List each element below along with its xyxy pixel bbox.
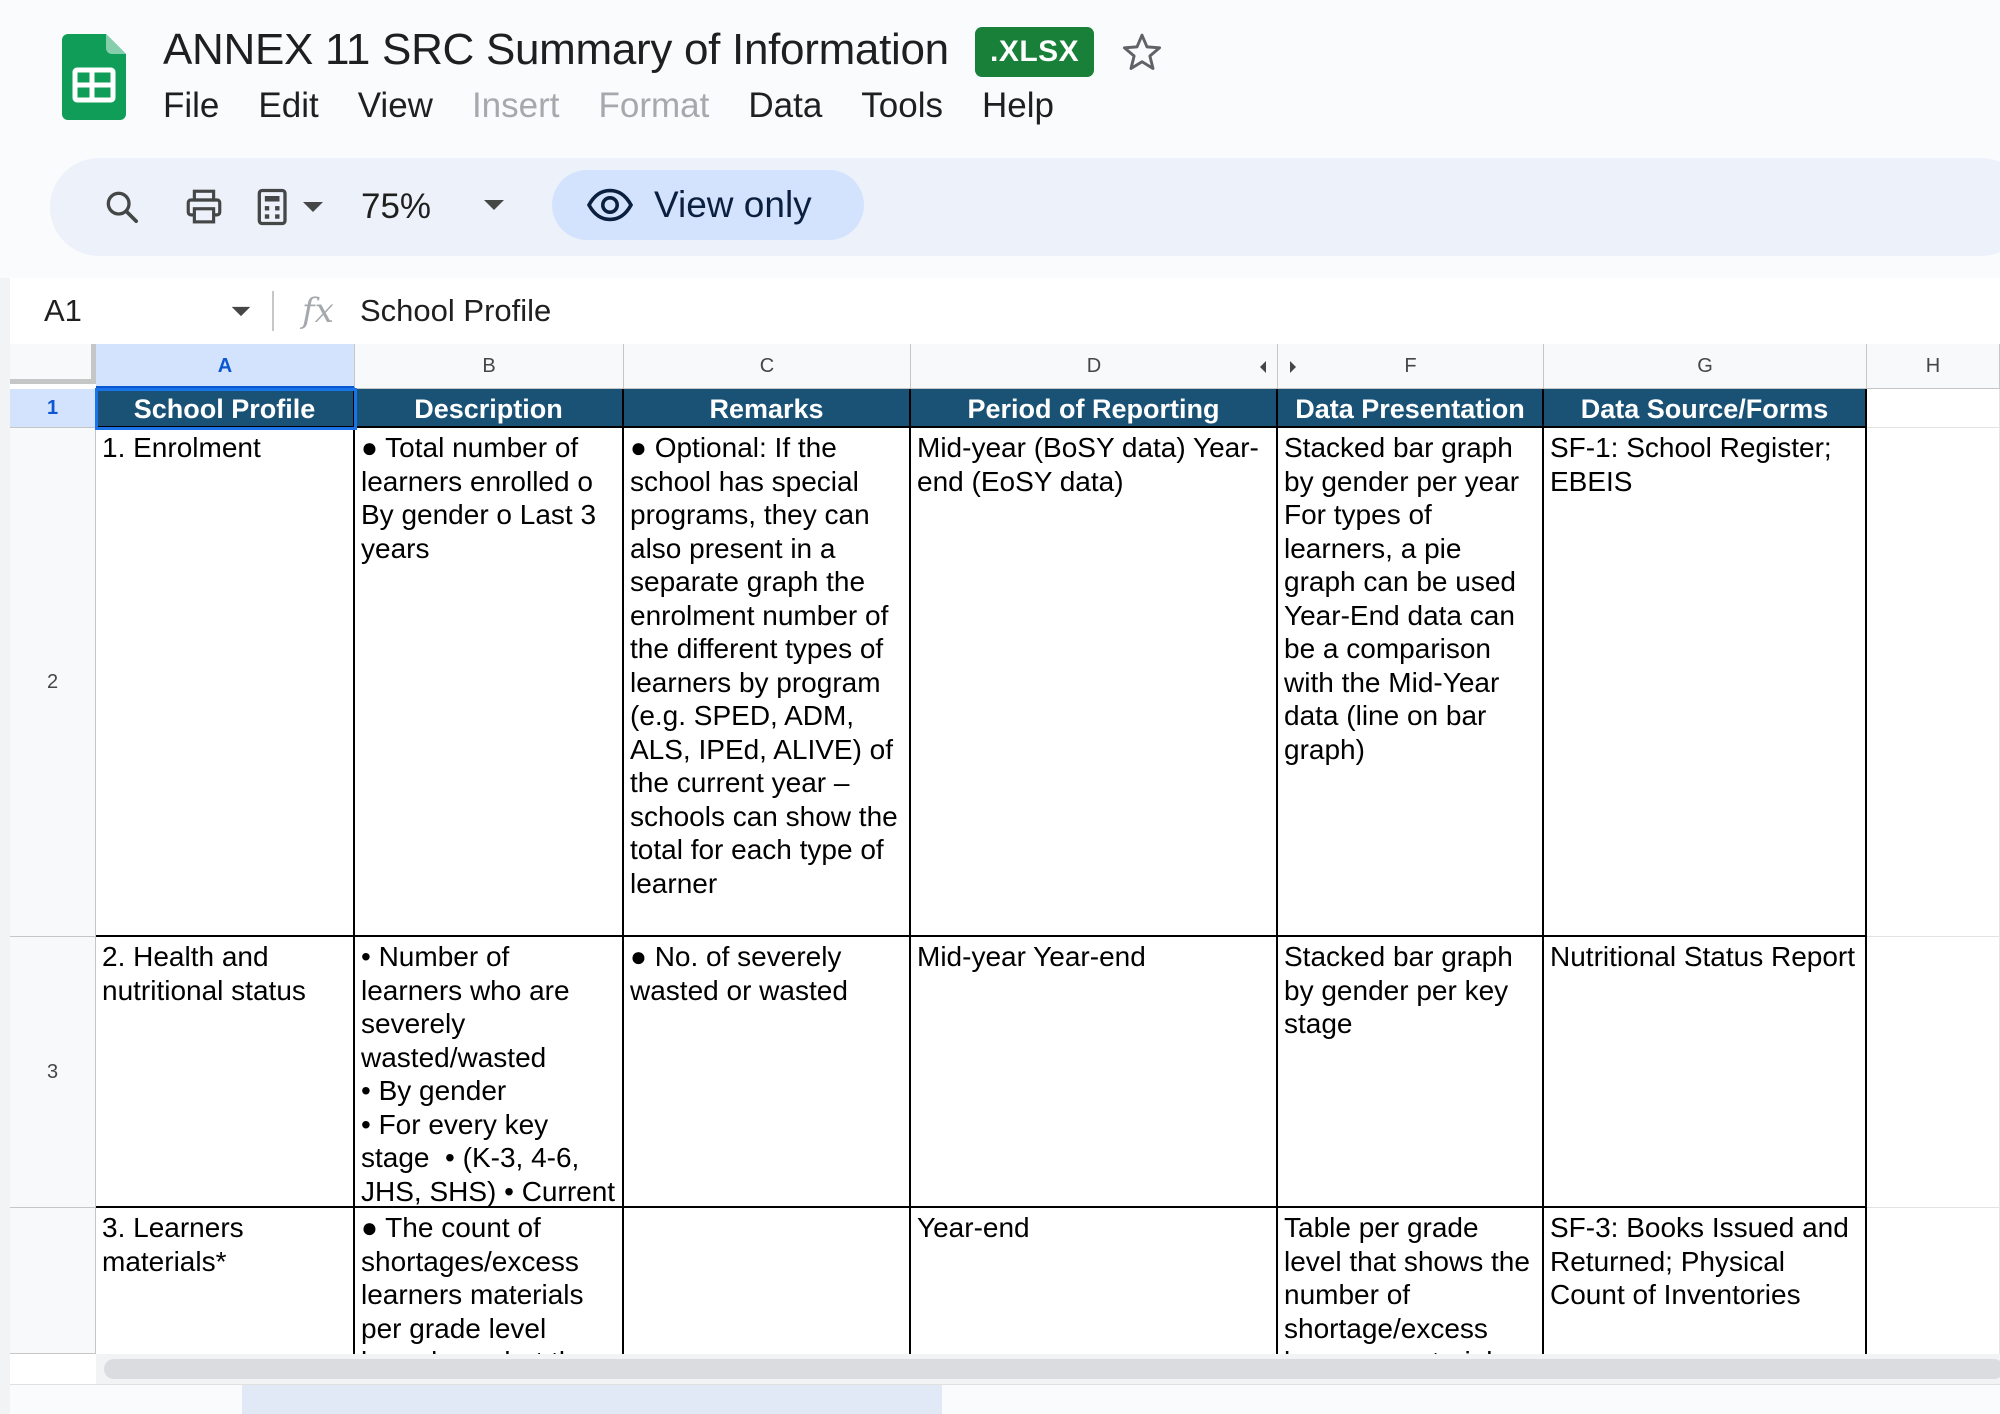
format-painter-button[interactable] [248, 158, 328, 256]
chevron-down-icon [303, 202, 323, 212]
column-header-a[interactable]: A [96, 344, 355, 389]
cell-a1[interactable]: School Profile [96, 389, 355, 428]
cell-b4[interactable]: ● The count of shortages/excess learners… [355, 1208, 624, 1354]
search-menus-button[interactable] [94, 158, 150, 256]
row-header-1[interactable]: 1 [10, 389, 96, 428]
column-header-h[interactable]: H [1867, 344, 2000, 389]
row-header-3[interactable]: 3 [10, 937, 96, 1208]
menu-format[interactable]: Format [599, 84, 710, 128]
toolbar: 75% View only [50, 158, 2000, 256]
menu-help[interactable]: Help [982, 84, 1054, 128]
cell-g4[interactable]: SF-3: Books Issued and Returned; Physica… [1544, 1208, 1867, 1354]
formula-input[interactable]: School Profile [360, 288, 551, 334]
paint-format-icon [257, 188, 287, 226]
cell-h2[interactable] [1867, 428, 2000, 937]
cell-d4[interactable]: Year-end [911, 1208, 1278, 1354]
sheet-tab-active[interactable] [242, 1385, 942, 1414]
cell-d2[interactable]: Mid-year (BoSY data) Year-end (EoSY data… [911, 428, 1278, 937]
hidden-column-left-arrow-icon[interactable] [1260, 361, 1266, 373]
hidden-column-right-arrow-icon[interactable] [1290, 361, 1296, 373]
chevron-down-icon[interactable] [230, 305, 252, 318]
cell-c1[interactable]: Remarks [624, 389, 911, 428]
formula-bar-divider [272, 291, 274, 331]
star-icon[interactable] [1120, 30, 1164, 74]
cell-f1[interactable]: Data Presentation [1278, 389, 1544, 428]
formula-bar: A1 fx School Profile [10, 278, 2000, 344]
document-title[interactable]: ANNEX 11 SRC Summary of Information [163, 24, 949, 76]
cell-b1[interactable]: Description [355, 389, 624, 428]
row-header-2[interactable]: 2 [10, 428, 96, 937]
eye-icon [586, 188, 634, 222]
cell-f4[interactable]: Table per grade level that shows the num… [1278, 1208, 1544, 1354]
cell-b2[interactable]: ● Total number of learners enrolled o By… [355, 428, 624, 937]
search-icon [106, 191, 139, 224]
chevron-down-icon[interactable] [482, 198, 506, 212]
toolbar-area: 75% View only [0, 140, 2000, 278]
sheet-tabs-bar [10, 1384, 2000, 1414]
menu-data[interactable]: Data [748, 84, 822, 128]
cell-f2[interactable]: Stacked bar graph by gender per year For… [1278, 428, 1544, 937]
cell-h3[interactable] [1867, 937, 2000, 1208]
cell-a4[interactable]: 3. Learners materials* [96, 1208, 355, 1354]
file-type-badge: .XLSX [975, 27, 1095, 77]
menu-edit[interactable]: Edit [258, 84, 318, 128]
name-box[interactable]: A1 [44, 288, 82, 334]
print-icon [186, 189, 222, 224]
sheets-logo-icon[interactable] [62, 34, 126, 120]
cell-d1[interactable]: Period of Reporting [911, 389, 1278, 428]
row-header-4[interactable] [10, 1208, 96, 1354]
menu-insert[interactable]: Insert [472, 84, 560, 128]
menu-view[interactable]: View [358, 84, 433, 128]
column-header-c[interactable]: C [624, 344, 911, 389]
cell-c3[interactable]: ● No. of severely wasted or wasted [624, 937, 911, 1208]
cell-f3[interactable]: Stacked bar graph by gender per key stag… [1278, 937, 1544, 1208]
cell-b3[interactable]: • Number of learners who are severely wa… [355, 937, 624, 1208]
fx-icon: fx [302, 291, 334, 331]
column-header-f[interactable]: F [1278, 344, 1544, 389]
cell-h4[interactable] [1867, 1208, 2000, 1354]
cell-h1[interactable] [1867, 389, 2000, 428]
cell-c4[interactable] [624, 1208, 911, 1354]
column-header-d[interactable]: D [911, 344, 1278, 389]
menu-bar: File Edit View Insert Format Data Tools … [163, 84, 1093, 128]
horizontal-scrollbar[interactable] [96, 1354, 2000, 1384]
cell-c2[interactable]: ● Optional: If the school has special pr… [624, 428, 911, 937]
cell-g1[interactable]: Data Source/Forms [1544, 389, 1867, 428]
cell-g2[interactable]: SF-1: School Register; EBEIS [1544, 428, 1867, 937]
menu-tools[interactable]: Tools [861, 84, 943, 128]
print-button[interactable] [174, 158, 234, 256]
column-header-g[interactable]: G [1544, 344, 1867, 389]
spreadsheet-grid[interactable]: A B C D F G H 1 2 3 School Profile Descr… [10, 344, 2000, 1354]
cell-a3[interactable]: 2. Health and nutritional status [96, 937, 355, 1208]
column-header-b[interactable]: B [355, 344, 624, 389]
horizontal-scrollbar-thumb[interactable] [104, 1359, 2000, 1379]
zoom-select[interactable]: 75% [361, 158, 431, 256]
cell-a2[interactable]: 1. Enrolment [96, 428, 355, 937]
select-all-corner[interactable] [10, 344, 96, 384]
view-only-label: View only [654, 184, 812, 225]
view-only-button[interactable]: View only [552, 170, 864, 240]
title-bar: ANNEX 11 SRC Summary of Information .XLS… [0, 0, 2000, 140]
menu-file[interactable]: File [163, 84, 219, 128]
cell-d3[interactable]: Mid-year Year-end [911, 937, 1278, 1208]
cell-g3[interactable]: Nutritional Status Report [1544, 937, 1867, 1208]
